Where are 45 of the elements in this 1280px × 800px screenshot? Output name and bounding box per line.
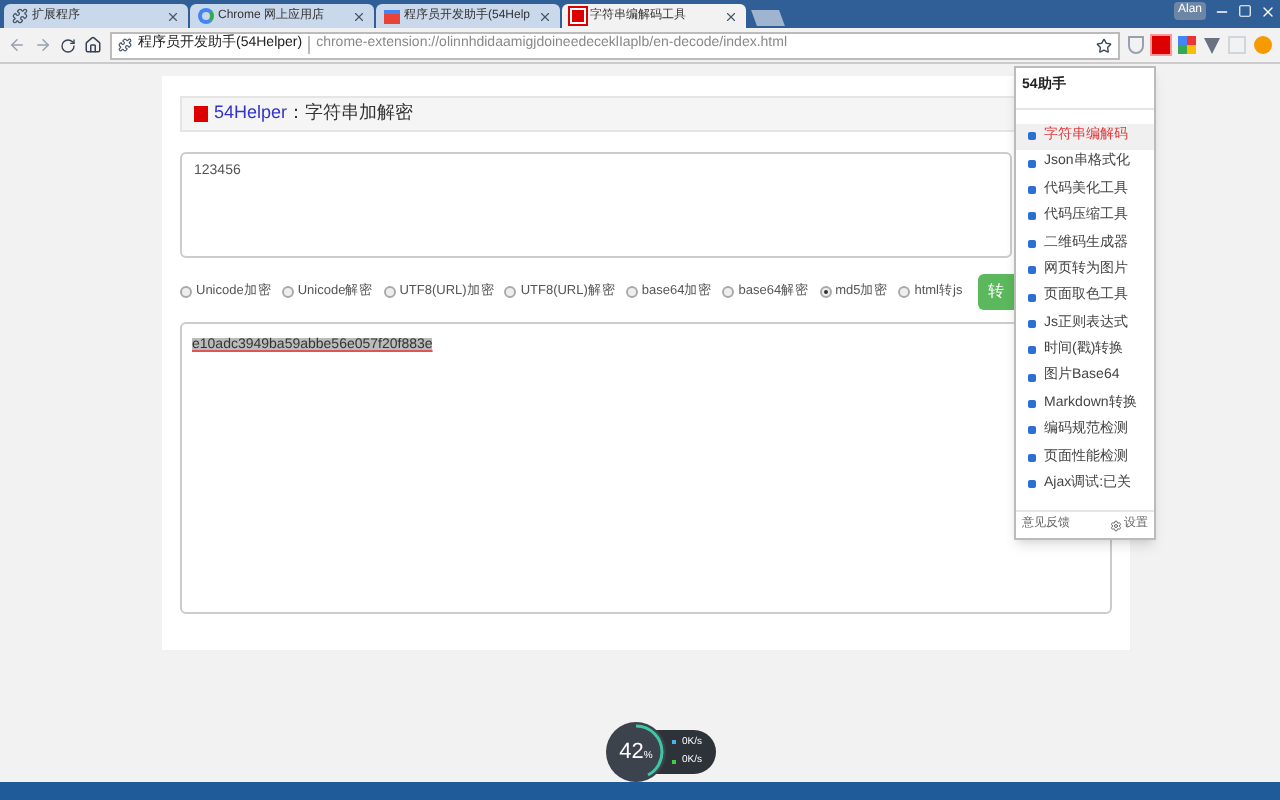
app-icon <box>194 106 208 122</box>
tool-icon <box>1028 185 1036 194</box>
colorful-extension-icon[interactable] <box>1178 36 1196 54</box>
tool-icon <box>1028 400 1036 409</box>
star-icon[interactable] <box>1096 37 1112 53</box>
g-logo-icon <box>198 8 214 24</box>
tool-icon <box>1028 453 1036 462</box>
tool-icon <box>1028 426 1036 435</box>
radio-button[interactable] <box>180 286 192 298</box>
shield-icon[interactable] <box>1128 36 1144 54</box>
radio-button[interactable] <box>819 286 832 298</box>
radio-button[interactable] <box>281 286 294 298</box>
puzzle-icon <box>118 38 132 52</box>
tool-icon <box>1028 373 1036 382</box>
tool-icon <box>1028 239 1036 248</box>
tool-icon <box>1028 159 1036 168</box>
tool-icon <box>1028 319 1036 328</box>
tool-icon <box>1028 346 1036 355</box>
alert-icon[interactable] <box>1254 36 1272 54</box>
reload-icon[interactable] <box>60 37 76 53</box>
close-icon[interactable] <box>724 9 738 23</box>
radio-button[interactable] <box>722 286 735 298</box>
radio-button[interactable] <box>898 286 911 298</box>
tool-icon <box>1028 132 1036 141</box>
puzzle-icon <box>12 8 28 24</box>
home-icon[interactable] <box>84 36 102 54</box>
settings-icon <box>1110 519 1122 531</box>
store-icon <box>384 9 400 23</box>
forward-icon[interactable] <box>34 36 52 54</box>
radio-button[interactable] <box>625 286 638 298</box>
radio-button[interactable] <box>504 286 517 298</box>
back-icon[interactable] <box>8 36 26 54</box>
tool-icon <box>1028 293 1036 302</box>
tool-icon <box>1028 266 1036 275</box>
maximize-icon[interactable] <box>1238 4 1252 18</box>
radio-button[interactable] <box>383 286 396 298</box>
new-tab-button[interactable] <box>751 10 785 26</box>
card-title: 54Helper：字符串加解密 <box>214 100 414 127</box>
tool-icon <box>1028 212 1036 221</box>
close-icon[interactable] <box>352 9 366 23</box>
funnel-icon[interactable] <box>1204 37 1220 53</box>
close-icon[interactable] <box>538 9 552 23</box>
close-icon[interactable] <box>166 9 180 23</box>
tool-icon <box>1028 480 1036 489</box>
app-icon <box>570 8 586 24</box>
